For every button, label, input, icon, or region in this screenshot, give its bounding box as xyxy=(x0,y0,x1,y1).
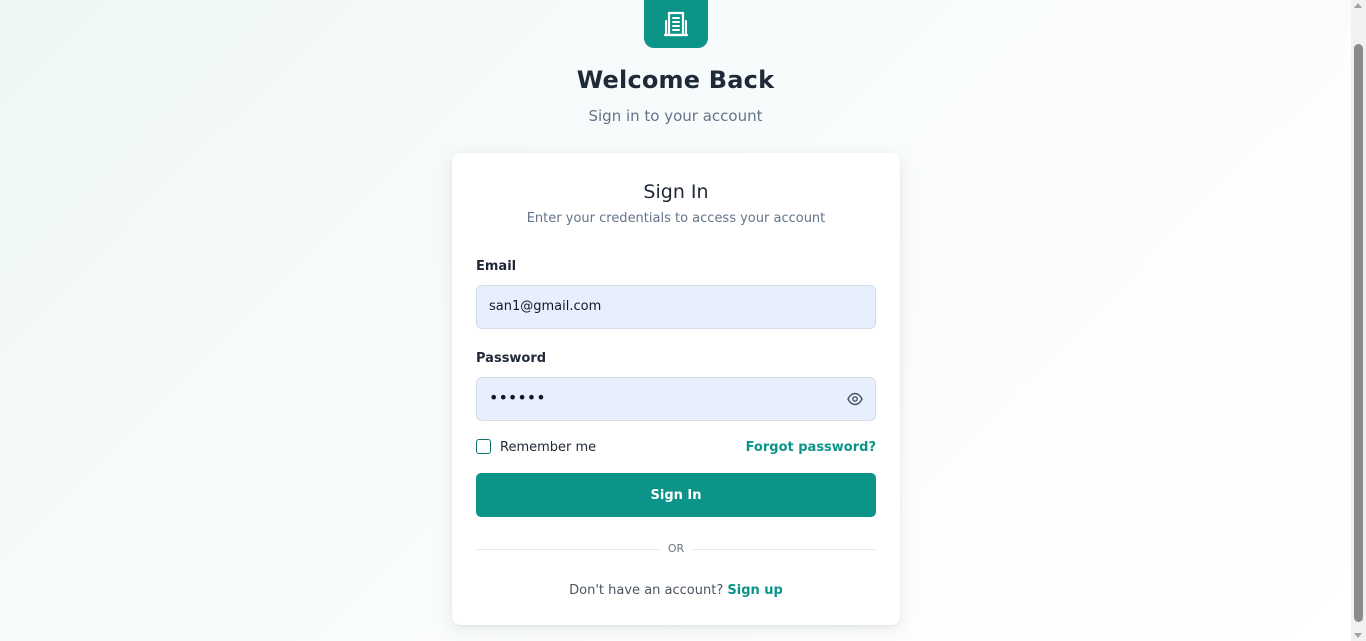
card-subtitle: Enter your credentials to access your ac… xyxy=(526,211,826,226)
building-icon xyxy=(663,11,689,37)
vertical-scrollbar[interactable] xyxy=(1351,0,1366,641)
signup-row: Don't have an account? Sign up xyxy=(452,583,900,598)
signup-link[interactable]: Sign up xyxy=(727,583,782,598)
eye-icon[interactable] xyxy=(847,392,863,406)
divider-right xyxy=(692,549,876,550)
signin-button[interactable]: Sign In xyxy=(476,473,876,517)
signup-prompt: Don't have an account? xyxy=(569,583,724,598)
remember-label[interactable]: Remember me xyxy=(500,440,596,455)
password-field[interactable]: •••••• xyxy=(476,377,876,421)
scroll-up-icon[interactable] xyxy=(1354,3,1362,8)
login-page: Welcome Back Sign in to your account Sig… xyxy=(0,0,1351,641)
page-subtitle: Sign in to your account xyxy=(588,107,763,125)
remember-row: Remember me Forgot password? xyxy=(476,439,876,457)
card-title: Sign In xyxy=(643,181,709,203)
email-value: san1@gmail.com xyxy=(489,299,602,314)
password-value: •••••• xyxy=(489,388,546,407)
email-label: Email xyxy=(476,259,517,274)
password-label: Password xyxy=(476,351,547,366)
scroll-down-icon[interactable] xyxy=(1354,633,1362,638)
email-field[interactable]: san1@gmail.com xyxy=(476,285,876,329)
signin-card: Sign In Enter your credentials to access… xyxy=(452,153,900,625)
page-title: Welcome Back xyxy=(576,66,775,94)
forgot-password-link[interactable]: Forgot password? xyxy=(746,440,876,455)
remember-checkbox[interactable] xyxy=(476,439,491,454)
scroll-thumb[interactable] xyxy=(1354,44,1363,622)
app-logo xyxy=(644,0,708,48)
